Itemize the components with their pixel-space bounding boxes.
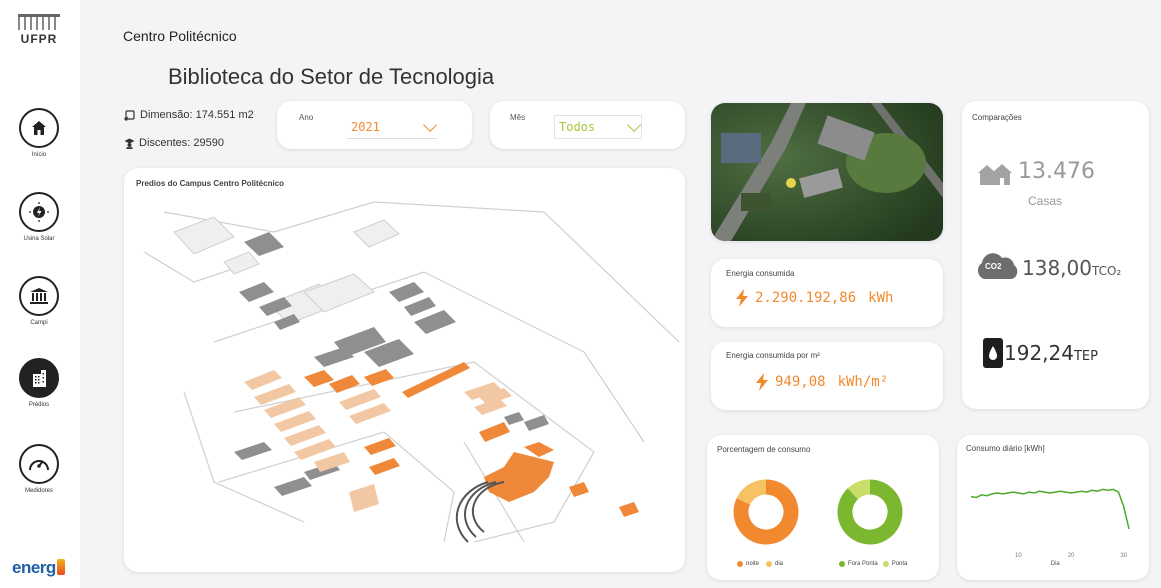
co2-badge: CO2 <box>985 262 1002 271</box>
legend-dot <box>882 561 889 567</box>
co2-value: 138,00TCO₂ <box>1022 256 1121 280</box>
nav-item-campi[interactable]: Campi <box>16 276 62 326</box>
legend-tariff: Fora Ponta Ponta <box>839 561 907 567</box>
energy-per-m2-value: 949,08 <box>775 374 826 390</box>
year-filter-label: Ano <box>299 113 314 122</box>
daily-consumption-card: Consumo diário [kWh] 10 20 30 Dia <box>957 435 1149 580</box>
donut-slice-dia[interactable] <box>736 479 767 506</box>
donut-chart-tariff[interactable] <box>837 479 903 545</box>
students-text: Discentes: 29590 <box>139 137 224 149</box>
ufpr-building-icon <box>18 14 60 30</box>
building-icon <box>19 358 59 398</box>
energy-per-m2-unit: kWh/m² <box>837 374 889 390</box>
graduate-icon <box>124 138 135 149</box>
campus-map[interactable] <box>124 192 685 568</box>
legend-label: noite <box>746 561 760 567</box>
series-line[interactable] <box>970 488 1130 530</box>
legend-dot <box>737 561 743 567</box>
month-select-value: Todos <box>559 120 596 134</box>
dimension-info: Dimensão: 174.551 m2 <box>124 109 254 121</box>
month-filter-card: Mês Todos <box>490 101 685 149</box>
oil-number: 192,24 <box>1004 341 1074 365</box>
oil-value: 192,24TEP <box>1004 341 1098 365</box>
satellite-card <box>711 103 943 241</box>
campus-map-card: Predios do Campus Centro Politécnico <box>124 168 685 572</box>
month-filter-label: Mês <box>510 113 526 122</box>
campus-name: Centro Politécnico <box>123 28 237 44</box>
energy-consumed-unit: kWh <box>868 290 894 306</box>
legend-dot <box>766 561 773 567</box>
x-tick-label: 20 <box>1068 553 1075 559</box>
chevron-down-icon <box>627 117 642 132</box>
nav-label: Medidores <box>24 488 53 494</box>
daily-line-chart[interactable]: 10 20 30 Dia <box>957 435 1149 580</box>
energy-per-m2-label: Energia consumida por m² <box>726 351 820 360</box>
lightning-icon <box>736 289 748 307</box>
x-tick-label: 30 <box>1120 553 1127 559</box>
energy-consumed-label: Energia consumida <box>726 269 795 278</box>
satellite-image[interactable] <box>711 103 943 241</box>
legend-label: Ponta <box>891 561 908 567</box>
legend-period: noite dia <box>737 561 783 567</box>
energ-logo: energ <box>12 558 65 578</box>
students-info: Discentes: 29590 <box>124 137 224 149</box>
energy-consumed-metric: 2.290.192,86 kWh <box>735 289 893 307</box>
oil-unit: TEP <box>1073 349 1098 364</box>
dimension-text: Dimensão: 174.551 m2 <box>140 109 254 121</box>
nav-label: Prédios <box>28 402 50 408</box>
energy-per-m2-metric: 949,08 kWh/m² <box>755 373 888 391</box>
consumption-pct-card: Porcentagem de consumo noite dia Fora Po… <box>707 435 939 580</box>
houses-icon <box>978 164 1012 185</box>
nav-label: Início <box>31 152 47 158</box>
comparisons-title: Comparações <box>972 113 1022 122</box>
sidebar: UFPR Início Usina Solar Campi Prédios Me… <box>0 0 80 588</box>
month-select[interactable]: Todos <box>554 115 642 139</box>
comparisons-card: Comparações 13.476 Casas CO2 138,00TCO₂ … <box>962 101 1149 409</box>
gauge-icon <box>19 444 59 484</box>
co2-number: 138,00 <box>1022 256 1092 280</box>
ufpr-logo-text: UFPR <box>20 32 58 46</box>
nav-label: Usina Solar <box>23 236 55 242</box>
year-select-value: 2021 <box>351 119 380 134</box>
consumption-pct-title: Porcentagem de consumo <box>717 445 811 454</box>
donut-slice-ponta[interactable] <box>847 479 871 500</box>
solar-icon <box>19 192 59 232</box>
houses-value: 13.476 <box>1018 159 1095 184</box>
legend-dot <box>839 561 845 567</box>
co2-unit: TCO₂ <box>1091 264 1122 278</box>
x-tick-label: 10 <box>1015 553 1022 559</box>
houses-label: Casas <box>1028 194 1063 208</box>
legend-label: Fora Ponta <box>848 561 878 567</box>
year-select[interactable]: 2021 <box>347 115 438 139</box>
energ-mark-icon <box>56 559 65 575</box>
energy-per-m2-card: Energia consumida por m² 949,08 kWh/m² <box>711 342 943 410</box>
nav-item-medidores[interactable]: Medidores <box>16 444 62 494</box>
area-icon <box>124 110 135 121</box>
year-filter-card: Ano 2021 <box>277 101 472 149</box>
lightning-icon <box>756 373 768 391</box>
nav-label: Campi <box>30 320 48 326</box>
campus-icon <box>19 276 59 316</box>
nav-item-predios[interactable]: Prédios <box>16 358 62 408</box>
map-title: Predios do Campus Centro Politécnico <box>136 179 285 188</box>
page-title: Biblioteca do Setor de Tecnologia <box>168 64 495 89</box>
ufpr-logo[interactable]: UFPR <box>10 14 68 46</box>
donut-chart-period[interactable] <box>733 479 799 545</box>
nav-item-inicio[interactable]: Início <box>16 108 62 158</box>
energ-logo-text: energ <box>12 558 56 577</box>
chevron-down-icon <box>423 117 438 132</box>
x-axis-label: Dia <box>1051 561 1061 567</box>
legend-label: dia <box>775 561 784 567</box>
energy-consumed-value: 2.290.192,86 <box>755 290 857 306</box>
home-icon <box>19 108 59 148</box>
nav-item-usina-solar[interactable]: Usina Solar <box>16 192 62 242</box>
oil-barrel-icon <box>983 338 1003 368</box>
energy-consumed-card: Energia consumida 2.290.192,86 kWh <box>711 259 943 327</box>
